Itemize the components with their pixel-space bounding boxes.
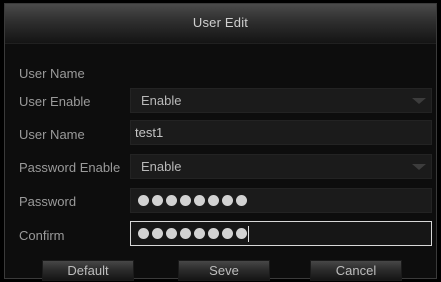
- password-dot-icon: [194, 228, 205, 239]
- password-enable-select[interactable]: Enable: [130, 154, 432, 179]
- password-dot-icon: [222, 228, 233, 239]
- password-dot-icon: [138, 228, 149, 239]
- password-dot-icon: [180, 195, 191, 206]
- password-mask: [138, 195, 247, 207]
- password-dot-icon: [194, 195, 205, 206]
- password-dot-icon: [166, 228, 177, 239]
- text-cursor: [248, 226, 249, 242]
- user-enable-select[interactable]: Enable: [130, 88, 432, 113]
- user-enable-label: User Enable: [19, 94, 91, 109]
- user-name-label: User Name: [19, 127, 85, 142]
- section-label-user-name: User Name: [19, 66, 85, 81]
- default-button[interactable]: Default: [42, 260, 134, 281]
- password-dot-icon: [236, 228, 247, 239]
- cancel-button[interactable]: Cancel: [310, 260, 402, 281]
- confirm-label: Confirm: [19, 228, 65, 243]
- confirm-mask: [138, 228, 247, 240]
- password-enable-label: Password Enable: [19, 160, 121, 175]
- password-dot-icon: [208, 195, 219, 206]
- password-dot-icon: [208, 228, 219, 239]
- user-name-input[interactable]: test1: [130, 120, 432, 145]
- password-dot-icon: [138, 195, 149, 206]
- password-dot-icon: [222, 195, 233, 206]
- chevron-down-icon[interactable]: [407, 89, 431, 112]
- title-bar[interactable]: User Edit: [5, 4, 436, 44]
- password-dot-icon: [180, 228, 191, 239]
- save-button[interactable]: Seve: [178, 260, 270, 281]
- user-name-value: test1: [135, 125, 164, 140]
- user-edit-dialog: User Edit User Name User Enable Enable U…: [4, 3, 437, 281]
- confirm-password-input[interactable]: [130, 221, 432, 246]
- chevron-down-icon[interactable]: [407, 155, 431, 178]
- user-enable-value: Enable: [141, 93, 182, 108]
- password-dot-icon: [152, 195, 163, 206]
- password-dot-icon: [166, 195, 177, 206]
- dialog-title: User Edit: [192, 15, 249, 30]
- password-input[interactable]: [130, 188, 432, 213]
- password-enable-value: Enable: [141, 159, 182, 174]
- password-dot-icon: [152, 228, 163, 239]
- password-dot-icon: [236, 195, 247, 206]
- password-label: Password: [19, 194, 77, 209]
